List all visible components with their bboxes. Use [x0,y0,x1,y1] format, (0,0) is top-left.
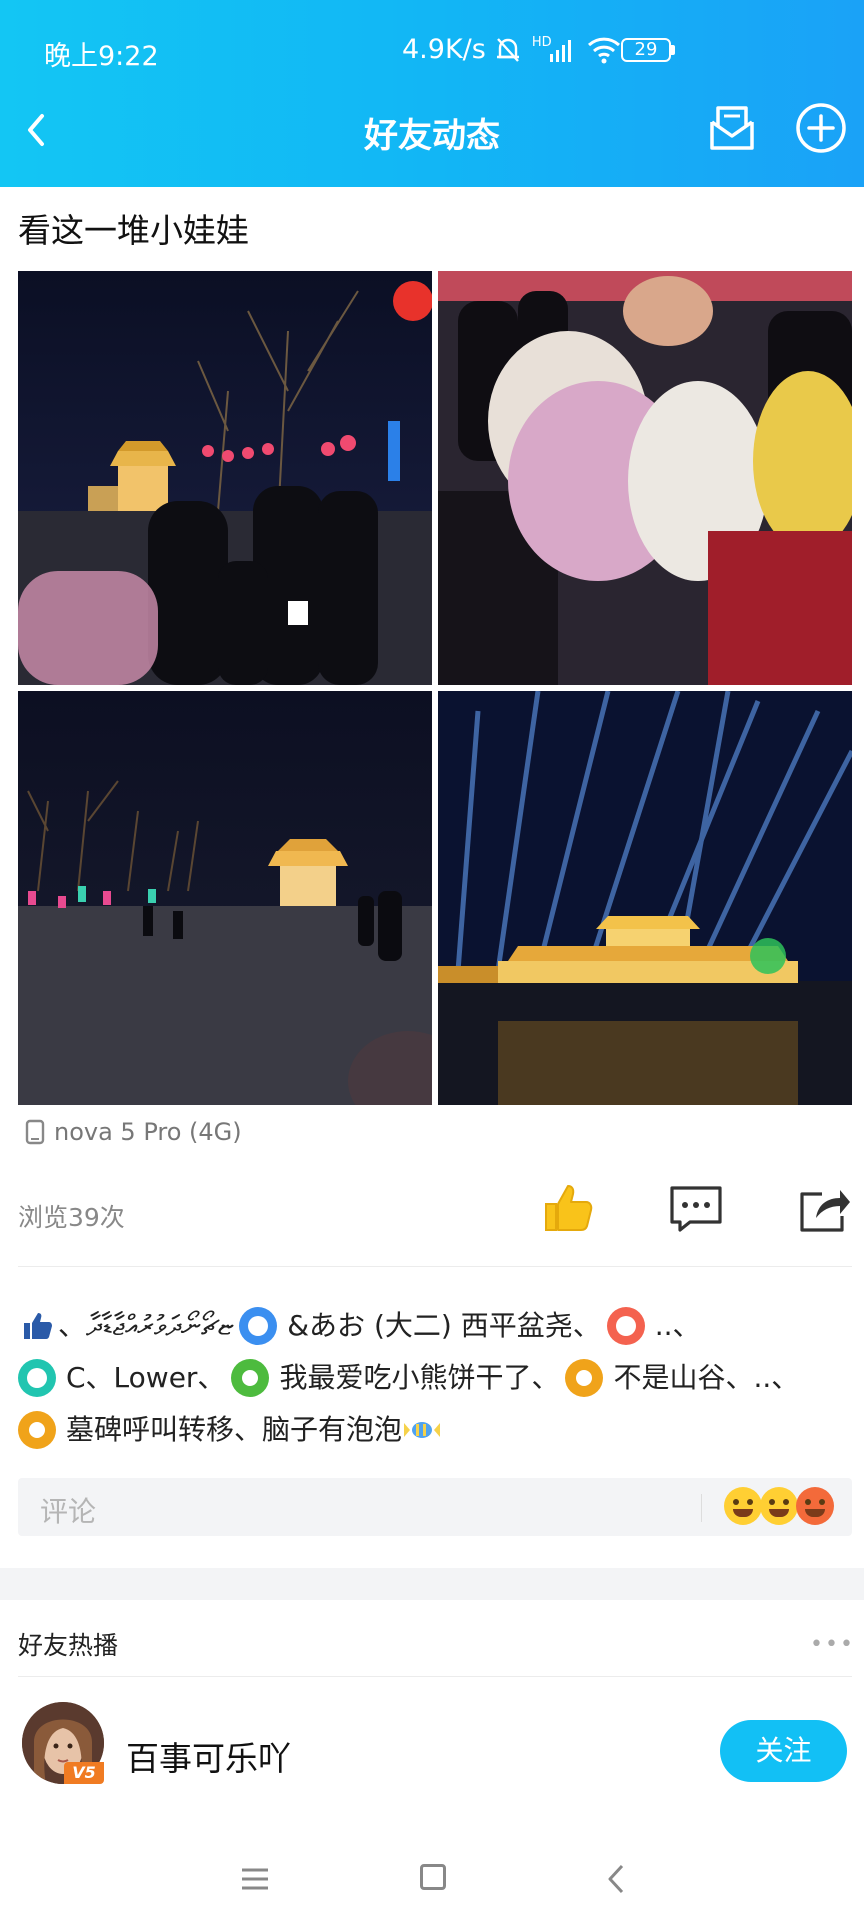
battery-icon: 29 [621,38,671,62]
leaf-badge-icon [231,1359,270,1397]
photo-3[interactable] [18,691,432,1105]
likes-row-3: 墓碑呼叫转移、脑子有泡泡 [18,1404,852,1456]
vip-badge: V5 [64,1762,104,1784]
comment-icon[interactable] [668,1184,724,1234]
badge-icon [606,1307,645,1345]
liker-segment-2[interactable]: &あお (大二) 西平盆尧、 [287,1300,600,1352]
section-gap [0,1568,864,1600]
cat-badge-icon [18,1411,56,1449]
battery-tip [671,45,675,55]
comment-input[interactable]: 评论 [18,1478,852,1536]
status-time: 晚上9:22 [44,41,159,72]
device-name: nova 5 Pro (4G) [54,1118,242,1146]
likes-row-2: C、Lower、 我最爱吃小熊饼干了、 不是山谷、..、 [18,1352,852,1404]
mailbox-icon[interactable] [704,100,760,156]
likes-list: 、ޏޗޯނޯދަވުރުއްޖާޑާދާ &あお (大二) 西平盆尧、 ..、 … [18,1300,852,1456]
laugh-emoji-icon[interactable] [760,1487,798,1525]
photo-grid [18,271,852,1105]
cat-badge-icon [565,1359,604,1397]
grin-emoji-icon[interactable] [724,1487,762,1525]
battery-level: 29 [634,39,658,60]
liker-segment-6[interactable]: 不是山谷、..、 [613,1352,799,1404]
angry-emoji-icon[interactable] [796,1487,834,1525]
status-icons: 4.9K/s HD [402,34,622,65]
like-list-icon [24,1313,52,1339]
liker-segment-4[interactable]: C、Lower、 [66,1352,225,1404]
header: 晚上9:22 4.9K/s HD 29 好友动态 [0,0,864,187]
divider [18,1676,852,1677]
status-bar: 晚上9:22 4.9K/s HD 29 [0,0,864,100]
liker-segment-7[interactable]: 墓碑呼叫转移、脑子有泡泡 [66,1404,402,1456]
menu-icon[interactable] [238,1866,272,1892]
photo-1[interactable] [18,271,432,685]
thumbs-up-icon[interactable] [540,1180,596,1236]
add-circle-icon[interactable] [794,101,848,155]
phone-icon [25,1119,45,1145]
home-icon[interactable] [420,1864,446,1890]
user-name[interactable]: 百事可乐吖 [126,1732,291,1780]
photo-4[interactable] [438,691,852,1105]
nav-back-icon[interactable] [600,1862,634,1896]
device-tag: nova 5 Pro (4G) [24,1118,242,1146]
liker-segment-1[interactable]: 、ޏޗޯނޯދަވުރުއްޖާޑާދާ [58,1300,233,1352]
signal-icon [549,39,571,62]
separator [701,1494,702,1522]
wifi-icon [587,37,620,63]
likes-row-1: 、ޏޗޯނޯދަވުރުއްޖާޑާދާ &あお (大二) 西平盆尧、 ..、 [18,1300,852,1352]
share-icon[interactable] [796,1184,852,1234]
system-nav-bar [0,1830,864,1920]
liker-segment-5[interactable]: 我最爱吃小熊饼干了、 [279,1352,559,1404]
more-icon[interactable]: ••• [810,1632,855,1657]
qq-badge-icon [239,1307,278,1345]
photo-2[interactable] [438,271,852,685]
bell-mute-icon [496,37,519,62]
section-title: 好友热播 [18,1631,119,1660]
net-speed: 4.9K/s [402,34,486,65]
liker-segment-3[interactable]: ..、 [655,1300,701,1352]
post-title: 看这一堆小娃娃 [18,211,249,250]
candy-icon [404,1422,441,1438]
comment-placeholder: 评论 [40,1495,97,1528]
badge-icon [18,1359,56,1397]
view-count: 浏览39次 [18,1203,125,1232]
divider [18,1266,852,1267]
follow-button[interactable]: 关注 [720,1720,847,1782]
